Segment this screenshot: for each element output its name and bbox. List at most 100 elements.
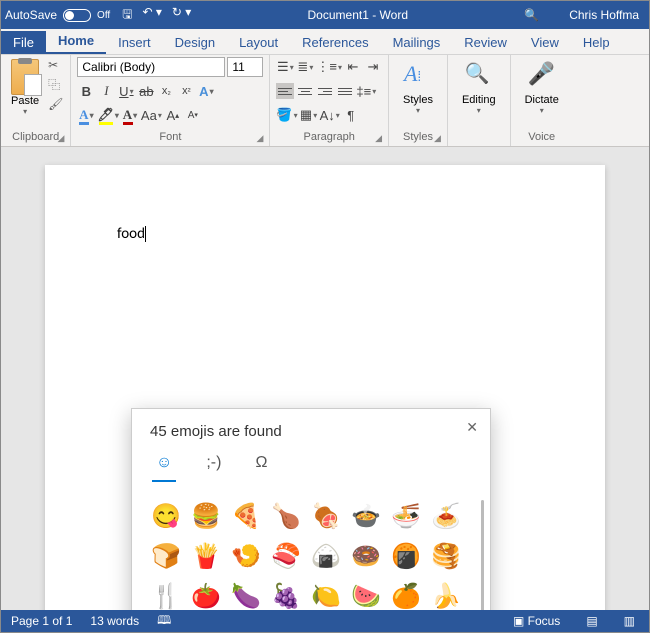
emoji-item[interactable]: 🍣 — [268, 538, 304, 574]
emoji-item[interactable]: 🍙 — [308, 538, 344, 574]
multilevel-button[interactable]: ⋮≡ — [316, 57, 342, 77]
group-font: B I U ab x x A A 🖊 A Aa A▴ A▾ Font◢ — [71, 55, 270, 146]
shading-button[interactable]: 🪣 — [276, 105, 297, 125]
redo-icon[interactable]: ↻ ▾ — [172, 5, 191, 26]
decrease-indent-button[interactable]: ⇤ — [344, 57, 362, 77]
emoji-item[interactable]: 🥞 — [428, 538, 464, 574]
emoji-tab-emoji[interactable]: ☺ — [152, 452, 176, 482]
font-color-button[interactable]: A — [121, 105, 139, 125]
justify-button[interactable] — [336, 83, 354, 99]
read-mode-icon[interactable]: ▤ — [582, 614, 601, 628]
clipboard-group-label: Clipboard — [12, 131, 59, 143]
change-case-button[interactable]: Aa — [141, 105, 162, 125]
tab-home[interactable]: Home — [46, 29, 106, 54]
tab-review[interactable]: Review — [452, 31, 519, 54]
page-indicator[interactable]: Page 1 of 1 — [11, 614, 72, 628]
spellcheck-icon[interactable]: 🕮 — [157, 611, 171, 632]
emoji-item[interactable]: 🍩 — [348, 538, 384, 574]
close-icon[interactable]: ✕ — [466, 419, 478, 436]
toggle-switch-icon — [63, 9, 91, 22]
tab-help[interactable]: Help — [571, 31, 622, 54]
undo-icon[interactable]: ↶ ▾ — [142, 5, 161, 26]
emoji-item[interactable]: 🍇 — [268, 578, 304, 610]
italic-button[interactable]: I — [97, 81, 115, 101]
autosave-toggle[interactable]: AutoSave Off — [5, 8, 110, 22]
tab-layout[interactable]: Layout — [227, 31, 290, 54]
sort-button[interactable]: A↓ — [320, 105, 340, 125]
styles-launcher-icon[interactable]: ◢ — [434, 133, 441, 144]
ribbon-tabs: File Home Insert Design Layout Reference… — [1, 29, 649, 55]
font-launcher-icon[interactable]: ◢ — [256, 133, 263, 144]
scrollbar-thumb[interactable] — [481, 500, 484, 610]
paste-button[interactable]: Paste ▾ — [7, 57, 43, 118]
bullets-button[interactable]: ☰ — [276, 57, 294, 77]
grow-font-button[interactable]: A▴ — [164, 105, 182, 125]
quick-access-toolbar: 🖫 ↶ ▾ ↻ ▾ — [122, 5, 191, 26]
emoji-tab-symbols[interactable]: Ω — [251, 452, 271, 482]
clipboard-launcher-icon[interactable]: ◢ — [57, 133, 64, 144]
editing-button[interactable]: 🔍 Editing ▾ — [454, 57, 504, 119]
emoji-item[interactable]: 🍋 — [308, 578, 344, 610]
emoji-item[interactable]: 🍅 — [188, 578, 224, 610]
borders-button[interactable]: ▦ — [300, 105, 318, 125]
emoji-item[interactable]: 🍤 — [228, 538, 264, 574]
styles-group-label: Styles — [403, 131, 433, 143]
search-icon[interactable]: 🔍 — [524, 8, 539, 22]
align-center-button[interactable] — [296, 83, 314, 99]
cut-icon[interactable]: ✂ — [47, 57, 64, 73]
document-area[interactable]: food ✕ 45 emojis are found ☺ ;-) Ω 😋🍔🍕🍗🍖… — [1, 147, 649, 610]
emoji-item[interactable]: 🍔 — [188, 498, 224, 534]
emoji-tab-kaomoji[interactable]: ;-) — [202, 452, 225, 482]
align-right-button[interactable] — [316, 83, 334, 99]
line-spacing-button[interactable]: ‡≡ — [356, 81, 376, 101]
increase-indent-button[interactable]: ⇥ — [364, 57, 382, 77]
emoji-item[interactable]: 🍜 — [388, 498, 424, 534]
focus-mode-button[interactable]: ▣ Focus — [509, 614, 564, 628]
emoji-item[interactable]: 🍌 — [428, 578, 464, 610]
highlight-button[interactable]: 🖊 — [97, 105, 119, 125]
print-layout-icon[interactable]: ▥ — [620, 614, 639, 628]
font-name-select[interactable] — [77, 57, 225, 77]
numbering-button[interactable]: ≣ — [296, 57, 314, 77]
font-outline-button[interactable]: A — [77, 105, 95, 125]
tab-mailings[interactable]: Mailings — [381, 31, 453, 54]
tab-file[interactable]: File — [1, 31, 46, 54]
emoji-item[interactable]: 🍘 — [388, 538, 424, 574]
format-painter-icon[interactable]: 🖌 — [47, 96, 64, 112]
emoji-item[interactable]: 🍗 — [268, 498, 304, 534]
show-marks-button[interactable]: ¶ — [342, 105, 360, 125]
emoji-item[interactable]: 🍉 — [348, 578, 384, 610]
paragraph-launcher-icon[interactable]: ◢ — [375, 133, 382, 144]
font-size-select[interactable] — [227, 57, 263, 77]
tab-insert[interactable]: Insert — [106, 31, 163, 54]
emoji-item[interactable]: 🍕 — [228, 498, 264, 534]
align-left-button[interactable] — [276, 83, 294, 99]
emoji-item[interactable]: 🍊 — [388, 578, 424, 610]
emoji-item[interactable]: 🍟 — [188, 538, 224, 574]
document-title: Document1 - Word — [191, 8, 524, 22]
strikethrough-button[interactable]: ab — [137, 81, 155, 101]
superscript-button[interactable]: x — [177, 81, 195, 101]
bold-button[interactable]: B — [77, 81, 95, 101]
save-icon[interactable]: 🖫 — [122, 5, 132, 26]
emoji-item[interactable]: 🍞 — [148, 538, 184, 574]
tab-view[interactable]: View — [519, 31, 571, 54]
shrink-font-button[interactable]: A▾ — [184, 105, 202, 125]
emoji-item[interactable]: 🍖 — [308, 498, 344, 534]
tab-references[interactable]: References — [290, 31, 380, 54]
copy-icon[interactable]: ⿻ — [47, 75, 64, 94]
tab-design[interactable]: Design — [163, 31, 227, 54]
emoji-item[interactable]: 🍴 — [148, 578, 184, 610]
styles-button[interactable]: A⁞ Styles ▾ — [395, 57, 441, 119]
dictate-button[interactable]: 🎤 Dictate ▾ — [517, 57, 567, 119]
underline-button[interactable]: U — [117, 81, 135, 101]
subscript-button[interactable]: x — [157, 81, 175, 101]
text-effects-button[interactable]: A — [197, 81, 215, 101]
word-count[interactable]: 13 words — [90, 614, 139, 628]
emoji-item[interactable]: 🍝 — [428, 498, 464, 534]
emoji-item[interactable]: 🍆 — [228, 578, 264, 610]
emoji-grid: 😋🍔🍕🍗🍖🍲🍜🍝🍞🍟🍤🍣🍙🍩🍘🥞🍴🍅🍆🍇🍋🍉🍊🍌🍍🍑🍒🍓🍳🥐🥑🥒🥓🥔🥕🥖🥗🥘🥙🥚 — [148, 498, 480, 610]
emoji-item[interactable]: 🍲 — [348, 498, 384, 534]
user-name[interactable]: Chris Hoffma — [569, 8, 645, 22]
emoji-item[interactable]: 😋 — [148, 498, 184, 534]
